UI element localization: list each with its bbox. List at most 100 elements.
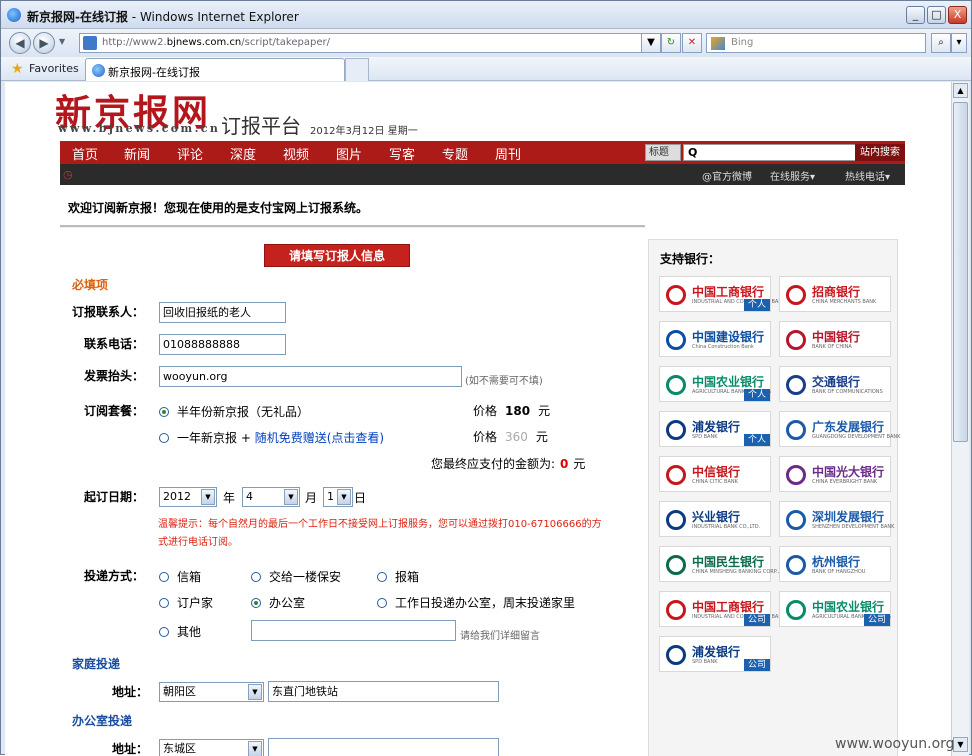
bank-account-type-badge: 个人 — [743, 434, 770, 446]
vertical-scrollbar[interactable]: ▲ ▼ — [951, 82, 969, 756]
year-select[interactable]: 2012 ▼ — [159, 487, 217, 507]
delivery-mailbox[interactable]: 信箱 — [159, 568, 201, 585]
invoice-input[interactable]: wooyun.org — [159, 366, 462, 387]
bank-logo-9[interactable]: 中国光大银行 CHINA EVERBRIGHT BANK — [779, 456, 891, 492]
month-select[interactable]: 4 ▼ — [242, 487, 300, 507]
nav-news[interactable]: 新闻 — [124, 144, 150, 163]
day-select[interactable]: 1 ▼ — [323, 487, 353, 507]
bank-name-en: CHINA CITIC BANK — [692, 479, 738, 485]
search-field[interactable]: Bing — [706, 33, 926, 53]
nav-depth[interactable]: 深度 — [230, 144, 256, 163]
bank-logo-1[interactable]: 招商银行 CHINA MERCHANTS BANK — [779, 276, 891, 312]
delivery-mixed[interactable]: 工作日投递办公室，周末投递家里 — [377, 594, 575, 611]
package-label: 订阅套餐： — [84, 404, 145, 418]
nav-home[interactable]: 首页 — [72, 144, 98, 163]
sub-nav: ◷ @官方微博 在线服务▾ 热线电话▾ — [60, 164, 905, 185]
divider — [60, 225, 645, 228]
scroll-down-icon[interactable]: ▼ — [953, 737, 968, 752]
bank-name: 交通银行 — [812, 375, 861, 389]
nav-topic[interactable]: 专题 — [442, 144, 468, 163]
contact-label: 订报联系人： — [72, 305, 145, 319]
home-district-select[interactable]: 朝阳区 ▼ — [159, 682, 264, 702]
package-half-year-radio[interactable] — [159, 407, 169, 417]
home-address-label: 地址： — [112, 685, 149, 699]
home-address-input[interactable]: 东直门地铁站 — [268, 681, 499, 702]
forward-button[interactable]: ▶ — [33, 32, 55, 54]
url-field[interactable]: http://www2.bjnews.com.cn/script/takepap… — [79, 33, 657, 53]
bank-logo-11[interactable]: 深圳发展银行 SHENZHEN DEVELOPMENT BANK — [779, 501, 894, 537]
favorites-button[interactable]: Favorites — [29, 62, 79, 75]
bank-logo-12[interactable]: 中国民生银行 CHINA MINSHENG BANKING CORP.,LTD. — [659, 546, 790, 582]
delivery-mailbox-radio[interactable] — [159, 572, 169, 582]
maximize-button[interactable]: □ — [927, 6, 946, 24]
free-gift-link[interactable]: 随机免费赠送(点击查看) — [255, 431, 384, 445]
bank-logo-16[interactable]: 浦发银行 SPD BANK 公司 — [659, 636, 771, 672]
bank-logo-7[interactable]: 广东发展银行 GUANGDONG DEVELOPMENT BANK — [779, 411, 900, 447]
bank-logo-15[interactable]: 中国农业银行 AGRICULTURAL BANK OF CHINA 公司 — [779, 591, 891, 627]
platform-title: 订报平台 — [221, 114, 301, 138]
office-district-select[interactable]: 东城区 ▼ — [159, 739, 264, 756]
nav-photo[interactable]: 图片 — [336, 144, 362, 163]
bank-logo-4[interactable]: 中国农业银行 AGRICULTURAL BANK OF CHINA 个人 — [659, 366, 771, 402]
delivery-other-radio[interactable] — [159, 627, 169, 637]
back-button[interactable]: ◀ — [9, 32, 31, 54]
nav-weekly[interactable]: 周刊 — [495, 144, 521, 163]
delivery-office[interactable]: 办公室 — [251, 594, 305, 611]
office-address-input[interactable] — [268, 738, 499, 756]
online-service-link[interactable]: 在线服务▾ — [770, 168, 815, 183]
bank-logo-0[interactable]: 中国工商银行INDUSTRIAL AND COMMERCIAL BANK OF … — [659, 276, 811, 312]
delivery-security-radio[interactable] — [251, 572, 261, 582]
hotline-link[interactable]: 热线电话▾ — [845, 168, 890, 183]
package-half-year-label: 半年份新京报（无礼品） — [177, 405, 310, 419]
bank-logo-6[interactable]: 浦发银行 SPD BANK 个人 — [659, 411, 771, 447]
scroll-thumb[interactable] — [953, 102, 968, 442]
new-tab-button[interactable] — [345, 58, 369, 81]
phone-input[interactable]: 01088888888 — [159, 334, 286, 355]
search-type-select[interactable]: 标题 — [645, 144, 681, 161]
package-full-year[interactable]: 一年新京报 + 随机免费赠送(点击查看) — [159, 429, 384, 446]
delivery-newsbox-radio[interactable] — [377, 572, 387, 582]
package-half-year[interactable]: 半年份新京报（无礼品） — [159, 403, 309, 420]
delivery-mixed-radio[interactable] — [377, 598, 387, 608]
month-unit: 月 — [305, 491, 318, 505]
stop-icon[interactable]: ✕ — [682, 33, 702, 53]
delivery-newsbox[interactable]: 报箱 — [377, 568, 419, 585]
nav-writer[interactable]: 写客 — [389, 144, 415, 163]
nav-comment[interactable]: 评论 — [177, 144, 203, 163]
bank-logo-3[interactable]: 中国银行 BANK OF CHINA — [779, 321, 891, 357]
page-content: 新京报网 www.bjnews.com.cn 订报平台 2012年3月12日 星… — [5, 82, 951, 756]
minimize-button[interactable]: _ — [906, 6, 925, 24]
start-date-label: 起订日期： — [84, 490, 145, 504]
url-dropdown-icon[interactable]: ▼ — [641, 33, 661, 53]
bank-logo-13[interactable]: 杭州银行 BANK OF HANGZHOU — [779, 546, 891, 582]
nav-video[interactable]: 视频 — [283, 144, 309, 163]
delivery-office-radio[interactable] — [251, 598, 261, 608]
site-search-button[interactable]: 站内搜索 — [855, 144, 905, 161]
bank-logo-14[interactable]: 中国工商银行INDUSTRIAL AND COMMERCIAL BANK OF … — [659, 591, 811, 627]
delivery-other[interactable]: 其他 — [159, 623, 201, 640]
delivery-home[interactable]: 订户家 — [159, 594, 213, 611]
bank-logo-8[interactable]: 中信银行 CHINA CITIC BANK — [659, 456, 771, 492]
bank-logo-10[interactable]: 兴业银行 INDUSTRIAL BANK CO.,LTD. — [659, 501, 771, 537]
tab-active[interactable]: 新京报网-在线订报 — [85, 58, 345, 81]
delivery-office-label: 办公室 — [269, 596, 306, 610]
weibo-link[interactable]: @官方微博 — [702, 168, 752, 183]
history-dropdown-icon[interactable]: ▼ — [59, 37, 65, 46]
bank-name: 浦发银行 — [692, 420, 741, 434]
other-message-input[interactable] — [251, 620, 456, 641]
scroll-up-icon[interactable]: ▲ — [953, 83, 968, 98]
delivery-security[interactable]: 交给一楼保安 — [251, 568, 341, 585]
search-go-icon[interactable]: ⌕ — [931, 33, 951, 53]
close-button[interactable]: X — [948, 6, 967, 24]
search-options-icon[interactable]: ▾ — [951, 33, 967, 53]
refresh-icon[interactable]: ↻ — [661, 33, 681, 53]
bank-logo-2[interactable]: 中国建设银行 China Construction Bank — [659, 321, 771, 357]
site-search-input[interactable]: Q — [683, 144, 857, 161]
bank-name: 中国银行 — [812, 330, 861, 344]
package-full-year-radio[interactable] — [159, 433, 169, 443]
bank-logo-5[interactable]: 交通银行 BANK OF COMMUNICATIONS — [779, 366, 891, 402]
favorites-star-icon[interactable]: ★ — [11, 61, 24, 77]
contact-input[interactable]: 回收旧报纸的老人 — [159, 302, 286, 323]
delivery-home-radio[interactable] — [159, 598, 169, 608]
fill-info-button[interactable]: 请填写订报人信息 — [264, 244, 410, 267]
